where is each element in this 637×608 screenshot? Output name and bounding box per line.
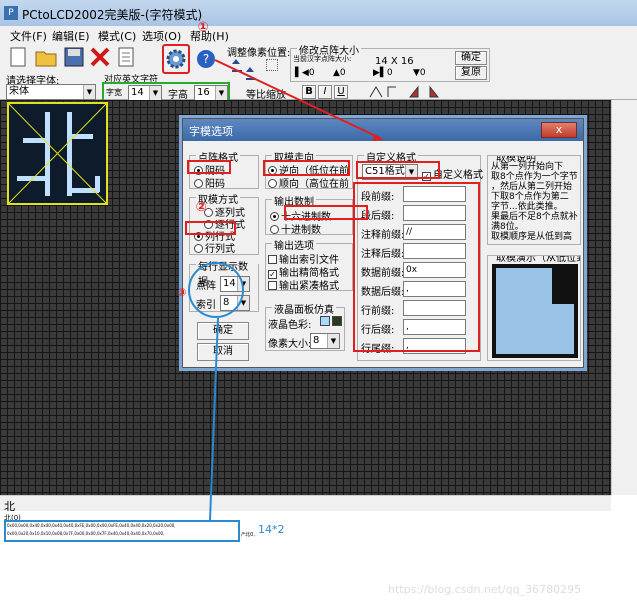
annotation-arrows (209, 59, 384, 521)
